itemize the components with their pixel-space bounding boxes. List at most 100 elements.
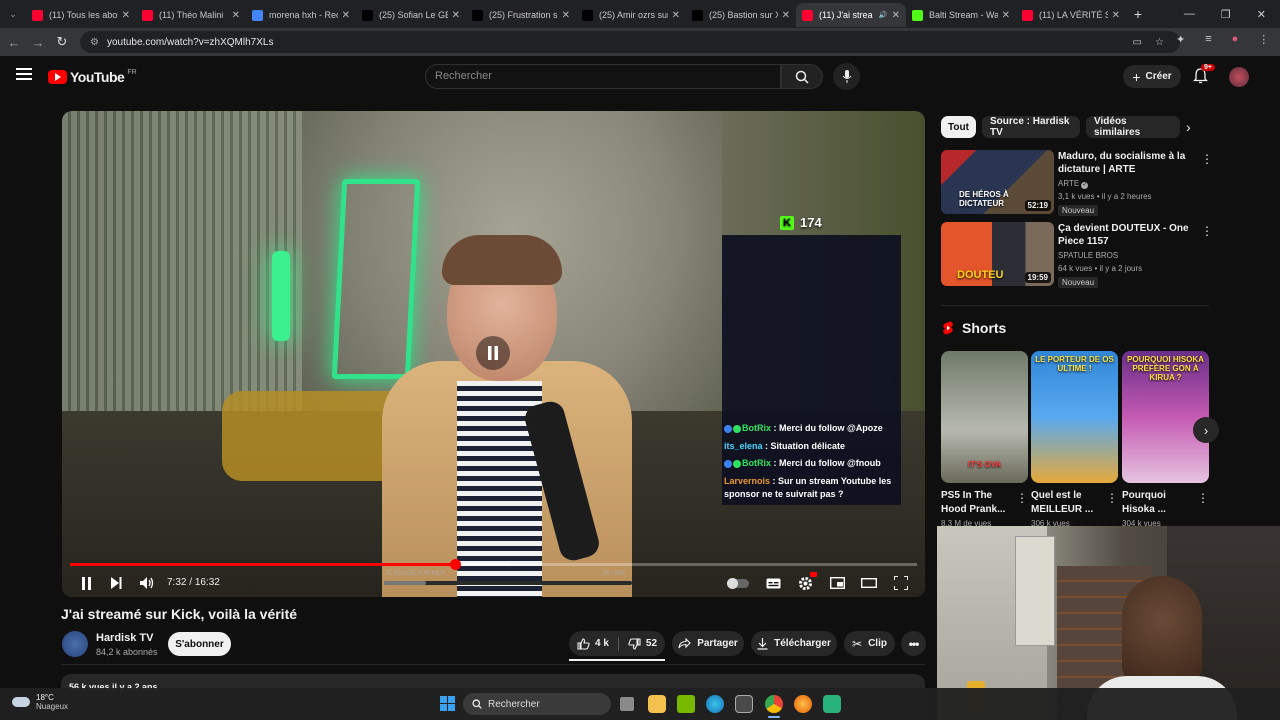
tab-close-icon[interactable]: ✕ <box>562 10 570 21</box>
back-icon[interactable]: ← <box>2 35 26 50</box>
task-view-icon[interactable] <box>620 697 634 711</box>
more-vertical-icon[interactable]: ⋮ <box>1201 152 1213 166</box>
tab-close-icon[interactable]: ✕ <box>452 10 460 21</box>
pause-button[interactable] <box>76 573 96 593</box>
channel-avatar[interactable] <box>62 631 88 657</box>
browser-tab[interactable]: Balti Stream - Wa ✕ <box>906 3 1016 27</box>
tab-close-icon[interactable]: ✕ <box>232 10 240 21</box>
install-icon[interactable]: ▭ <box>1133 37 1142 48</box>
more-vertical-icon[interactable]: ⋮ <box>1197 491 1209 505</box>
browser-tab[interactable]: (25) Bastion sur X ✕ <box>686 3 796 27</box>
browser-tab[interactable]: (25) Frustration su ✕ <box>466 3 576 27</box>
download-button[interactable]: Télécharger <box>751 631 837 656</box>
notifications-button[interactable]: 9+ <box>1192 64 1215 87</box>
more-vertical-icon[interactable]: ⋮ <box>1201 224 1213 238</box>
browser-tab[interactable]: (11) J'ai strea 🔊 ✕ <box>796 3 906 27</box>
maximize-icon[interactable]: ❐ <box>1221 8 1231 21</box>
browser-tab[interactable]: (11) Théo Malini ✕ <box>136 3 246 27</box>
video-thumbnail[interactable]: DE HÉROS À DICTATEUR 52:19 <box>941 150 1054 214</box>
miniplayer-button[interactable] <box>827 573 847 593</box>
voice-search-button[interactable] <box>833 63 860 90</box>
video-channel[interactable]: SPATULE BROS <box>1058 251 1118 260</box>
reload-icon[interactable]: ↻ <box>50 34 74 50</box>
firefox-icon[interactable] <box>794 695 812 713</box>
filter-chip[interactable]: Source : Hardisk TV <box>982 116 1080 138</box>
fullscreen-button[interactable] <box>891 573 911 593</box>
guide-menu-icon[interactable] <box>16 68 32 80</box>
subscribe-button[interactable]: S'abonner <box>168 632 231 656</box>
video-title[interactable]: Ça devient DOUTEUX - One Piece 1157 <box>1058 222 1198 248</box>
chrome-icon[interactable] <box>765 695 783 713</box>
short-thumbnail[interactable]: POURQUOI HISOKA PRÉFÈRE GON À KIRUA ? <box>1122 351 1209 483</box>
address-bar[interactable]: ⚙ youtube.com/watch?v=zhXQMlh7XLs ▭ ☆ <box>80 31 1180 53</box>
file-explorer-icon[interactable] <box>648 695 666 713</box>
share-button[interactable]: Partager <box>672 631 744 656</box>
more-vertical-icon[interactable]: ⋮ <box>1016 491 1028 505</box>
video-thumbnail[interactable]: DOUTEU 19:59 <box>941 222 1054 286</box>
youtube-logo[interactable]: YouTube FR <box>48 69 137 85</box>
search-input[interactable]: Rechercher <box>425 64 781 89</box>
extensions-icon[interactable]: ✦ <box>1176 33 1185 46</box>
filter-chip[interactable]: Vidéos similaires <box>1086 116 1180 138</box>
video-player[interactable]: K 174 BotRix : Merci du follow @Apoze its… <box>62 111 925 597</box>
recommended-video[interactable]: DOUTEU 19:59 Ça devient DOUTEUX - One Piec… <box>941 222 1213 288</box>
media-controls-icon[interactable]: ≡ <box>1205 33 1211 46</box>
shorts-next-button[interactable]: › <box>1193 417 1219 443</box>
store-icon[interactable] <box>735 695 753 713</box>
autoplay-toggle[interactable] <box>726 573 750 593</box>
tab-close-icon[interactable]: ✕ <box>672 10 680 21</box>
tab-close-icon[interactable]: ✕ <box>342 10 350 21</box>
channel-name[interactable]: Hardisk TV <box>96 632 153 644</box>
short-thumbnail[interactable]: IT'S OVA <box>941 351 1028 483</box>
tab-close-icon[interactable]: ✕ <box>892 10 900 21</box>
browser-tab[interactable]: (11) LA VÉRITÉ SU ✕ <box>1016 3 1126 27</box>
tab-close-icon[interactable]: ✕ <box>122 10 130 21</box>
filter-chip[interactable]: Tout <box>941 116 976 138</box>
new-tab-icon[interactable]: + <box>1126 6 1150 22</box>
browser-tab[interactable]: (25) Amir ozrs sur ✕ <box>576 3 686 27</box>
theater-mode-button[interactable] <box>859 573 879 593</box>
weather-widget[interactable]: 18°C Nuageux <box>12 693 68 711</box>
tab-search-icon[interactable]: ⌄ <box>0 9 26 20</box>
bookmark-star-icon[interactable]: ☆ <box>1155 37 1164 48</box>
dislike-button[interactable]: 52 <box>628 637 657 650</box>
browser-tab[interactable]: morena hxh - Rec ✕ <box>246 3 356 27</box>
tab-audio-icon[interactable]: 🔊 <box>879 11 888 19</box>
short-thumbnail[interactable]: LE PORTEUR DE OS ULTIME ! <box>1031 351 1118 483</box>
profile-icon[interactable]: ● <box>1232 33 1239 46</box>
short-title[interactable]: PS5 In The Hood Prank... <box>941 489 1013 517</box>
search-button[interactable] <box>781 64 823 89</box>
tab-close-icon[interactable]: ✕ <box>1112 10 1120 21</box>
taskbar-search[interactable]: Rechercher <box>463 693 611 715</box>
short-title[interactable]: Pourquoi Hisoka ... <box>1122 489 1194 517</box>
volume-button[interactable] <box>137 573 157 593</box>
start-button[interactable] <box>440 696 455 711</box>
more-actions-button[interactable]: ••• <box>901 631 926 656</box>
account-avatar[interactable] <box>1229 67 1249 87</box>
minimize-icon[interactable]: — <box>1184 8 1195 20</box>
tab-close-icon[interactable]: ✕ <box>782 10 790 21</box>
browser-tab[interactable]: (25) Sofian Le GE ✕ <box>356 3 466 27</box>
edge-icon[interactable] <box>706 695 724 713</box>
video-title[interactable]: Maduro, du socialisme à la dictature | A… <box>1058 150 1198 176</box>
settings-button[interactable] <box>795 572 817 593</box>
forward-icon[interactable]: → <box>26 35 50 50</box>
nvidia-icon[interactable] <box>677 695 695 713</box>
close-window-icon[interactable]: ✕ <box>1257 8 1266 21</box>
tab-close-icon[interactable]: ✕ <box>1002 10 1010 21</box>
more-vertical-icon[interactable]: ⋮ <box>1106 491 1118 505</box>
clip-button[interactable]: ✂ Clip <box>844 631 895 656</box>
next-button[interactable] <box>106 573 126 593</box>
short-title[interactable]: Quel est le MEILLEUR ... <box>1031 489 1103 517</box>
site-info-icon[interactable]: ⚙ <box>90 37 99 48</box>
chips-next-icon[interactable]: › <box>1186 119 1191 135</box>
recommended-video[interactable]: DE HÉROS À DICTATEUR 52:19 Maduro, du soci… <box>941 150 1213 216</box>
browser-menu-icon[interactable]: ⋮ <box>1258 33 1269 46</box>
browser-tab[interactable]: (11) Tous les abonne ✕ <box>26 3 136 27</box>
like-button[interactable]: 4 k <box>577 637 609 650</box>
video-channel[interactable]: ARTE ✓ <box>1058 179 1089 189</box>
create-button[interactable]: + Créer <box>1123 65 1181 88</box>
app-icon[interactable] <box>823 695 841 713</box>
subtitles-button[interactable] <box>763 573 783 593</box>
progress-bar[interactable] <box>70 559 917 570</box>
